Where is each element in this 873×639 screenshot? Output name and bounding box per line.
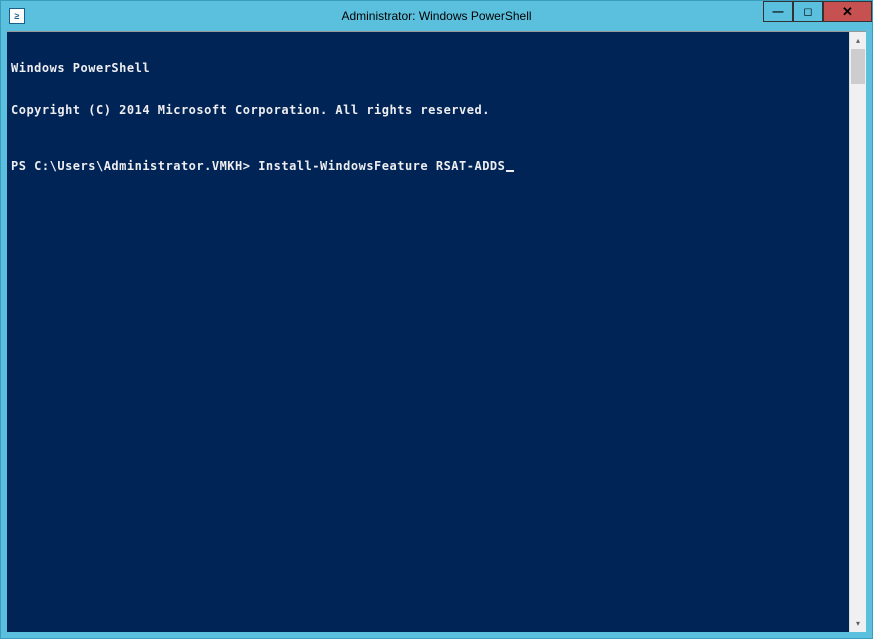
scroll-thumb[interactable] — [851, 49, 865, 84]
prompt-line: PS C:\Users\Administrator.VMKH> Install-… — [11, 159, 845, 173]
maximize-icon: ◻ — [803, 5, 812, 18]
window-title: Administrator: Windows PowerShell — [341, 9, 531, 23]
scroll-up-button[interactable]: ▴ — [850, 32, 866, 49]
maximize-button[interactable]: ◻ — [793, 1, 823, 22]
command-text: Install-WindowsFeature RSAT-ADDS — [258, 159, 505, 173]
window-controls: — ◻ ✕ — [763, 1, 872, 22]
console-output[interactable]: Windows PowerShell Copyright (C) 2014 Mi… — [7, 32, 849, 632]
console-header-1: Windows PowerShell — [11, 61, 845, 75]
powershell-icon: ≥ — [9, 8, 25, 24]
chevron-down-icon: ▾ — [856, 619, 860, 628]
minimize-button[interactable]: — — [763, 1, 793, 22]
scroll-down-button[interactable]: ▾ — [850, 615, 866, 632]
minimize-icon: — — [773, 6, 784, 18]
titlebar[interactable]: ≥ Administrator: Windows PowerShell — ◻ … — [1, 1, 872, 31]
prompt-text: PS C:\Users\Administrator.VMKH> — [11, 159, 258, 173]
icon-glyph: ≥ — [15, 11, 20, 21]
content-area: Windows PowerShell Copyright (C) 2014 Mi… — [7, 31, 866, 632]
console-header-2: Copyright (C) 2014 Microsoft Corporation… — [11, 103, 845, 117]
close-button[interactable]: ✕ — [823, 1, 872, 22]
vertical-scrollbar[interactable]: ▴ ▾ — [849, 32, 866, 632]
close-icon: ✕ — [842, 4, 853, 20]
powershell-window: ≥ Administrator: Windows PowerShell — ◻ … — [0, 0, 873, 639]
chevron-up-icon: ▴ — [856, 36, 860, 45]
scroll-track[interactable] — [850, 49, 866, 615]
cursor — [506, 170, 514, 172]
